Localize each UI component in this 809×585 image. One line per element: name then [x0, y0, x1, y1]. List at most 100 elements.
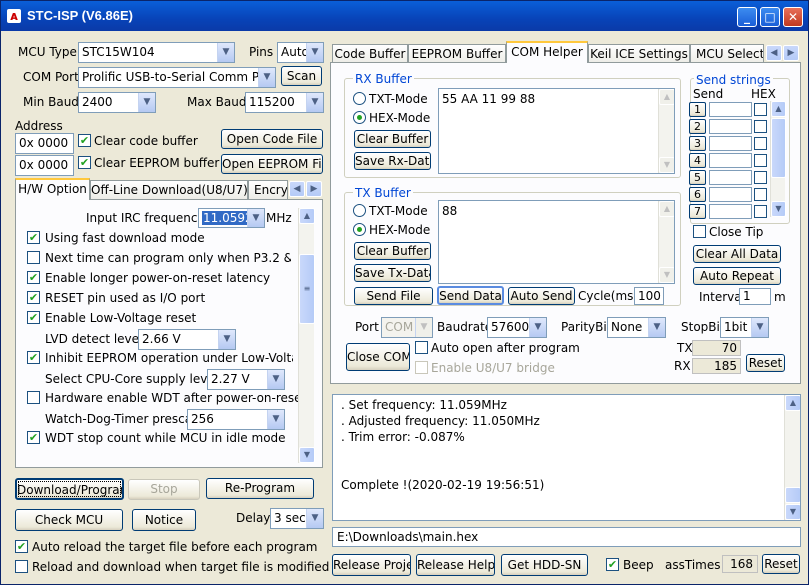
send-string-hex-checkbox[interactable]: ✔: [754, 137, 767, 150]
tab-encrypt[interactable]: Encryp: [248, 180, 288, 200]
com-reset-button[interactable]: Reset: [746, 354, 785, 372]
close-tip-checkbox[interactable]: ✔: [693, 225, 706, 238]
longer-reset-checkbox[interactable]: ✔: [27, 271, 40, 284]
send-strings-scrollbar[interactable]: ▲ ▼: [770, 101, 786, 217]
lvd-level-select[interactable]: 2.66 V ▼: [138, 329, 236, 350]
send-string-field[interactable]: [709, 119, 752, 134]
tab-hw-option[interactable]: H/W Option: [15, 178, 90, 200]
send-data-button[interactable]: Send Data: [437, 286, 504, 305]
send-string-field[interactable]: [709, 170, 752, 185]
rx-save-data-button[interactable]: Save Rx-Data: [354, 152, 431, 170]
rx-txt-mode-radio[interactable]: [353, 92, 366, 105]
tx-txt-mode-radio[interactable]: [353, 204, 366, 217]
inhibit-eeprom-checkbox[interactable]: ✔: [27, 351, 40, 364]
reload-download-checkbox[interactable]: ✔: [15, 560, 28, 573]
send-string-button[interactable]: 2: [689, 119, 706, 134]
send-string-hex-checkbox[interactable]: ✔: [754, 171, 767, 184]
rx-buffer-textarea[interactable]: 55 AA 11 99 88 ▲ ▼: [438, 88, 675, 174]
clear-all-data-button[interactable]: Clear All Data: [693, 245, 781, 263]
open-eeprom-file-button[interactable]: Open EEPROM File: [221, 154, 323, 174]
send-string-hex-checkbox[interactable]: ✔: [754, 154, 767, 167]
max-baud-select[interactable]: 115200 ▼: [245, 92, 324, 113]
scroll-down-icon[interactable]: ▼: [659, 267, 674, 283]
tab-scroll-right-icon[interactable]: ▶: [306, 181, 322, 197]
send-string-field[interactable]: [709, 153, 752, 168]
stopbit-select[interactable]: 1bit ▼: [720, 317, 769, 338]
mcu-type-select[interactable]: STC15W104 ▼: [78, 42, 235, 63]
tab-scroll-left-icon[interactable]: ◀: [289, 181, 305, 197]
rx-scrollbar[interactable]: ▲ ▼: [658, 89, 674, 173]
tab-scroll-right-icon[interactable]: ▶: [783, 45, 799, 61]
send-string-field[interactable]: [709, 187, 752, 202]
minimize-icon[interactable]: _: [737, 7, 757, 27]
title-bar[interactable]: ᴀ STC-ISP (V6.86E) _ □ ✕: [1, 1, 808, 31]
tab-code-buffer[interactable]: Code Buffer: [332, 44, 408, 64]
enable-u8-checkbox[interactable]: ✔: [415, 361, 428, 374]
hw-wdt-checkbox[interactable]: ✔: [27, 391, 40, 404]
send-string-hex-checkbox[interactable]: ✔: [754, 205, 767, 218]
tx-save-data-button[interactable]: Save Tx-Data: [354, 264, 431, 282]
clear-code-buffer-checkbox[interactable]: ✔: [78, 134, 91, 147]
eeprom-address-field[interactable]: 0x 0000: [15, 155, 74, 176]
auto-repeat-button[interactable]: Auto Repeat: [693, 267, 781, 285]
cpu-core-select[interactable]: 2.27 V ▼: [207, 369, 285, 390]
low-voltage-reset-checkbox[interactable]: ✔: [27, 311, 40, 324]
close-icon[interactable]: ✕: [783, 7, 803, 27]
send-string-hex-checkbox[interactable]: ✔: [754, 120, 767, 133]
scroll-up-icon[interactable]: ▲: [659, 89, 674, 105]
scan-button[interactable]: Scan: [281, 66, 322, 86]
scroll-down-icon[interactable]: ▼: [299, 447, 315, 463]
beep-checkbox[interactable]: ✔: [606, 558, 619, 571]
tab-com-helper[interactable]: COM Helper: [506, 41, 588, 63]
parity-select[interactable]: None ▼: [607, 317, 666, 338]
send-string-button[interactable]: 5: [689, 170, 706, 185]
auto-send-button[interactable]: Auto Send: [508, 287, 575, 305]
tab-mcu-selection[interactable]: MCU Selecti: [690, 44, 764, 64]
send-string-button[interactable]: 7: [689, 204, 706, 219]
scroll-up-icon[interactable]: ▲: [785, 395, 800, 411]
scroll-thumb[interactable]: [771, 118, 786, 178]
tx-buffer-textarea[interactable]: 88 ▲ ▼: [438, 200, 675, 284]
pass-times-reset-button[interactable]: Reset: [762, 554, 800, 574]
scroll-down-icon[interactable]: ▼: [659, 157, 674, 173]
clear-eeprom-buffer-checkbox[interactable]: ✔: [78, 156, 91, 169]
log-scrollbar[interactable]: ▲ ▼: [784, 395, 800, 520]
send-string-button[interactable]: 1: [689, 102, 706, 117]
get-hdd-sn-button[interactable]: Get HDD-SN: [501, 554, 588, 576]
tab-offline-download[interactable]: Off-Line Download(U8/U7): [90, 180, 248, 200]
baudrate-select[interactable]: 57600 ▼: [487, 317, 547, 338]
fast-download-checkbox[interactable]: ✔: [27, 231, 40, 244]
tx-hex-mode-radio[interactable]: [353, 223, 366, 236]
release-help-button[interactable]: Release Help: [416, 554, 495, 576]
reprogram-button[interactable]: Re-Program: [206, 478, 314, 499]
tab-keil-ice[interactable]: Keil ICE Settings: [588, 44, 690, 64]
cycle-field[interactable]: 100: [634, 287, 664, 305]
com-port-select[interactable]: Prolific USB-to-Serial Comm Por ▼: [78, 67, 276, 88]
send-string-hex-checkbox[interactable]: ✔: [754, 188, 767, 201]
pins-select[interactable]: Auto ▼: [277, 42, 324, 63]
stop-button[interactable]: Stop: [128, 479, 200, 500]
send-string-button[interactable]: 3: [689, 136, 706, 151]
send-string-hex-checkbox[interactable]: ✔: [754, 103, 767, 116]
interval-field[interactable]: 1: [739, 288, 771, 305]
send-string-button[interactable]: 6: [689, 187, 706, 202]
hw-option-scrollbar[interactable]: ▲ ≡ ▼: [298, 208, 315, 463]
code-address-field[interactable]: 0x 0000: [15, 133, 74, 154]
tx-scrollbar[interactable]: ▲ ▼: [658, 201, 674, 283]
auto-reload-checkbox[interactable]: ✔: [15, 540, 28, 553]
send-file-button[interactable]: Send File: [354, 287, 433, 305]
scroll-up-icon[interactable]: ▲: [299, 208, 315, 224]
send-string-button[interactable]: 4: [689, 153, 706, 168]
scroll-up-icon[interactable]: ▲: [771, 101, 786, 117]
release-project-button[interactable]: Release Project: [332, 554, 411, 576]
notice-button[interactable]: Notice: [132, 509, 196, 531]
send-string-field[interactable]: [709, 136, 752, 151]
auto-open-checkbox[interactable]: ✔: [415, 341, 428, 354]
delay-select[interactable]: 3 sec ▼: [270, 508, 324, 529]
check-mcu-button[interactable]: Check MCU: [15, 509, 123, 531]
download-program-button[interactable]: Download/Program: [15, 478, 124, 500]
min-baud-select[interactable]: 2400 ▼: [78, 92, 156, 113]
irc-frequency-select[interactable]: 11.0592 ▼: [198, 208, 265, 228]
close-com-button[interactable]: Close COM: [346, 343, 410, 371]
tab-scroll-left-icon[interactable]: ◀: [766, 45, 782, 61]
